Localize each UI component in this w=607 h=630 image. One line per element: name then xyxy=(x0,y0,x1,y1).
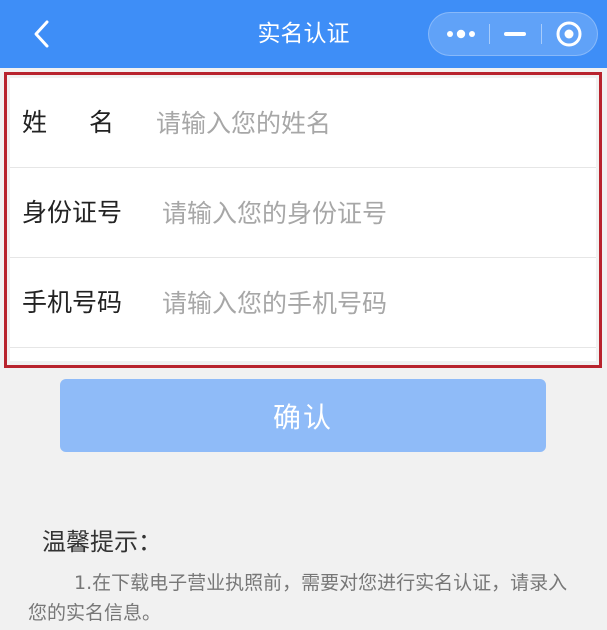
phone-label: 手机号码 xyxy=(22,288,123,317)
tips-title: 温馨提示： xyxy=(42,528,162,556)
id-number-input[interactable] xyxy=(162,190,562,236)
close-mini-program-button[interactable] xyxy=(543,13,595,55)
real-name-form: 姓名 身份证号 手机号码 xyxy=(10,78,596,361)
name-label: 姓名 xyxy=(22,108,157,137)
target-circle-icon xyxy=(556,21,582,47)
phone-input[interactable] xyxy=(162,280,562,326)
id-number-label: 身份证号 xyxy=(22,198,123,227)
minimize-button[interactable] xyxy=(491,13,539,55)
navigation-bar: 实名认证 xyxy=(0,0,607,68)
name-input[interactable] xyxy=(156,100,556,146)
minus-icon xyxy=(504,32,526,36)
capsule-divider xyxy=(489,24,490,44)
mini-program-capsule xyxy=(428,12,598,56)
phone-row: 手机号码 xyxy=(10,258,596,348)
more-dots-icon xyxy=(447,29,475,39)
id-number-row: 身份证号 xyxy=(10,168,596,258)
name-row: 姓名 xyxy=(10,78,596,168)
confirm-button[interactable]: 确认 xyxy=(60,379,546,452)
back-button[interactable] xyxy=(22,14,62,54)
more-button[interactable] xyxy=(435,13,487,55)
tips-text: 1.在下载电子营业执照前，需要对您进行实名认证，请录入您的实名信息。 xyxy=(28,572,568,624)
capsule-divider xyxy=(541,24,542,44)
chevron-left-icon xyxy=(34,20,49,48)
